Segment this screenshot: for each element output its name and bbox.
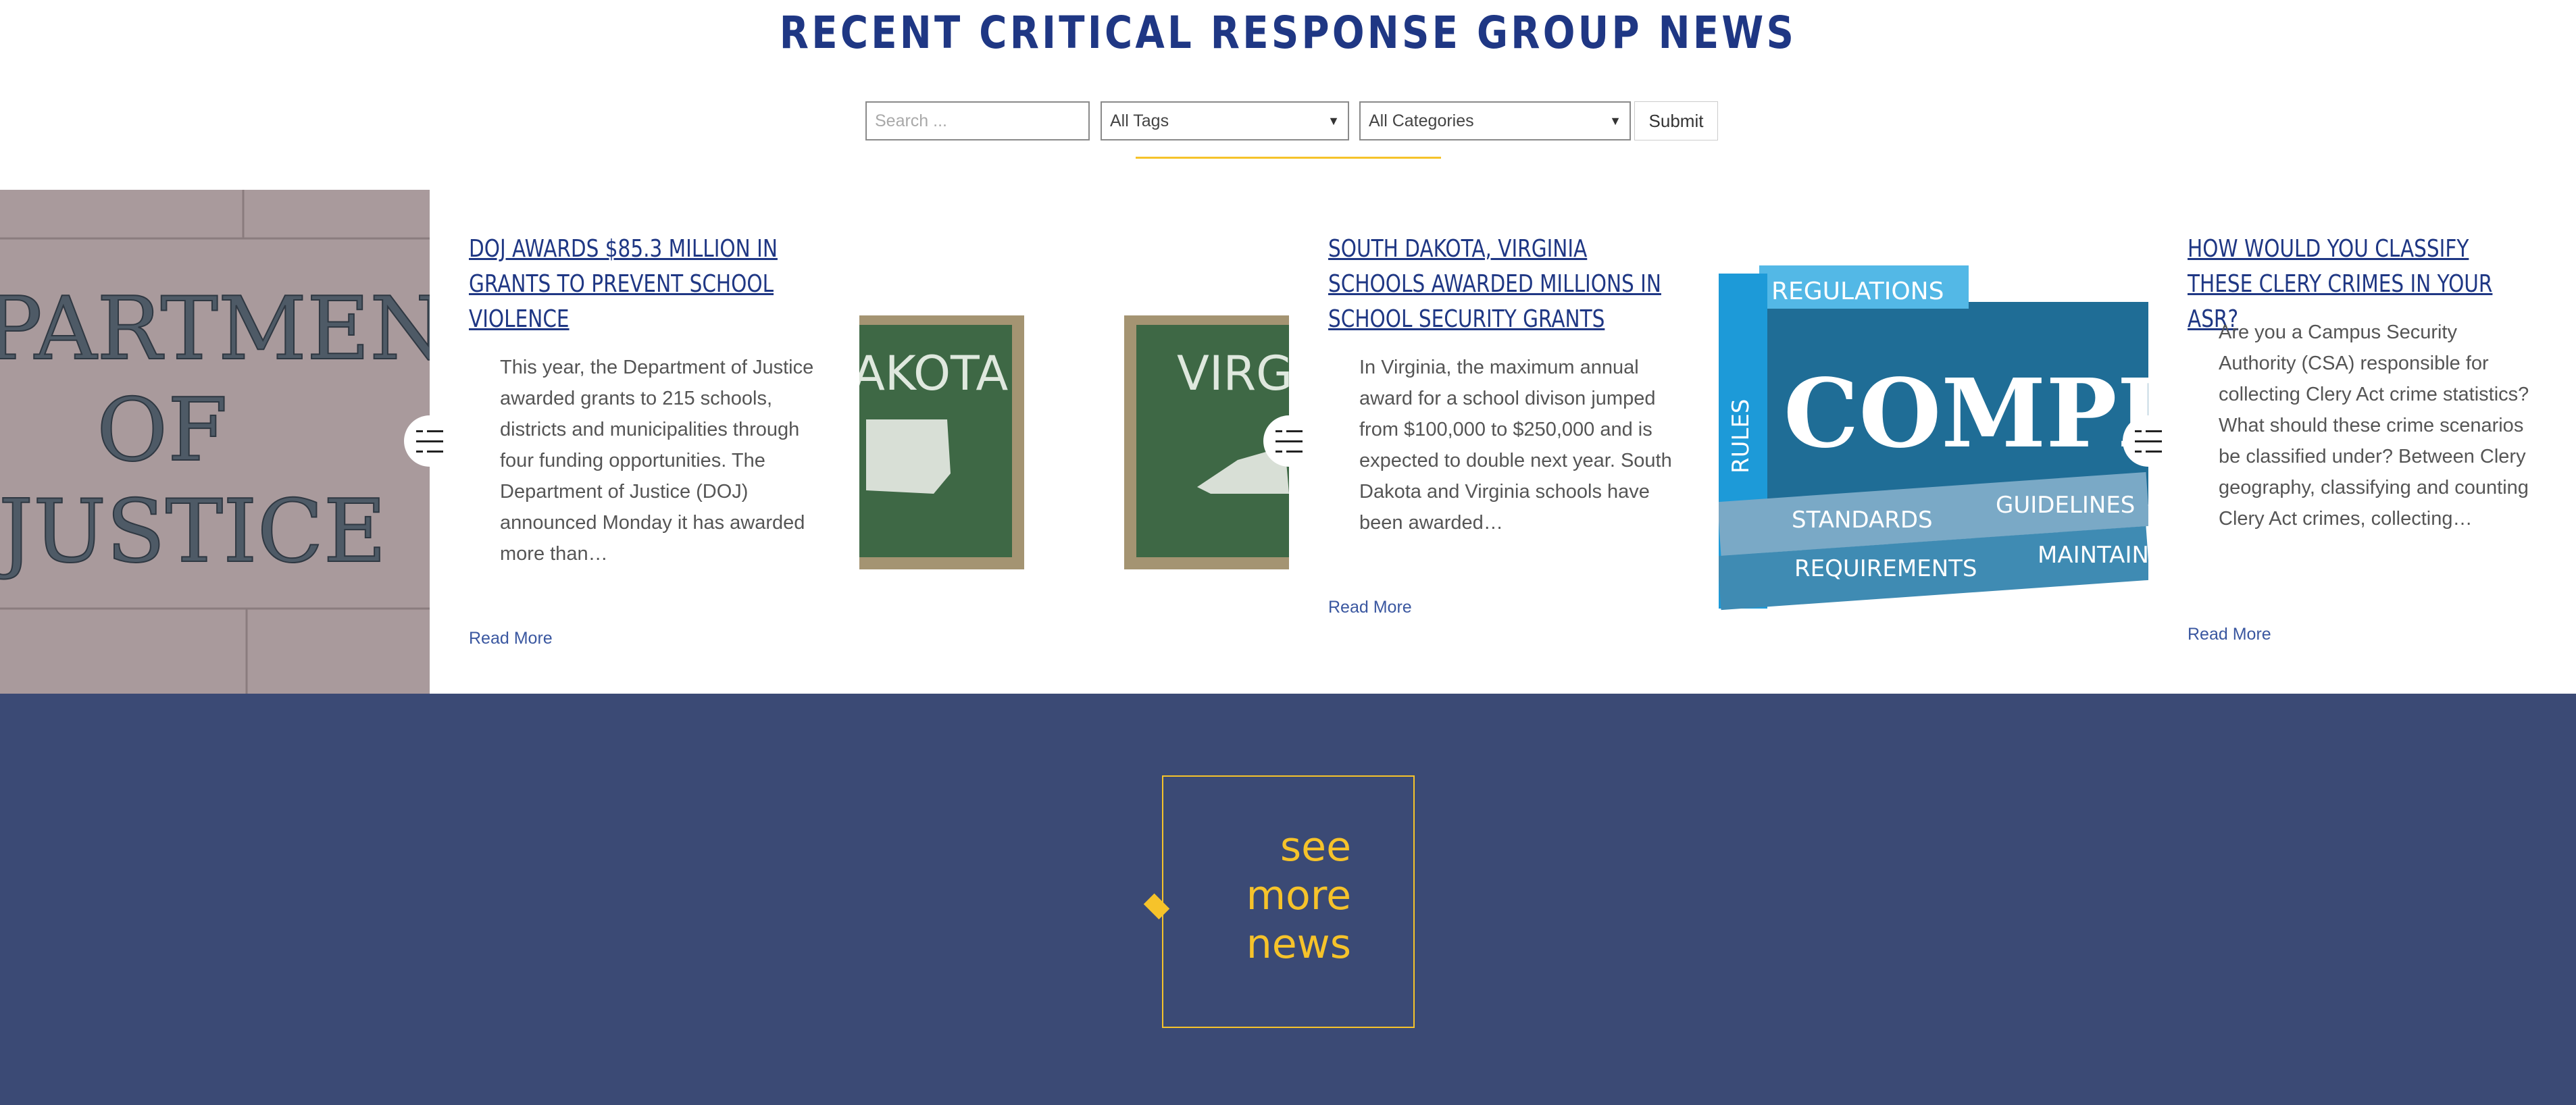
article-image-chalkboards[interactable]: AKOTA VIRG	[859, 190, 1289, 694]
article-excerpt: This year, the Department of Justice awa…	[500, 357, 814, 565]
image-text-line: REGULATIONS	[1771, 278, 1944, 305]
title-divider	[1136, 157, 1441, 159]
image-text-line: COMPLI	[1784, 359, 2148, 469]
see-more-line: more	[1246, 872, 1351, 919]
image-text-line: GUIDELINES	[1996, 492, 2135, 519]
menu-icon	[416, 430, 443, 453]
tags-select-value: All Tags	[1110, 111, 1169, 130]
submit-button[interactable]: Submit	[1634, 101, 1718, 140]
image-text-line: RULES	[1727, 399, 1754, 473]
article-title[interactable]: SOUTH DAKOTA, VIRGINIA SCHOOLS AWARDED M…	[1328, 232, 1671, 337]
slider-handle[interactable]	[404, 415, 455, 467]
article-title[interactable]: DOJ AWARDS $85.3 MILLION IN GRANTS TO PR…	[469, 232, 812, 337]
diamond-icon	[1143, 893, 1170, 920]
article-card: SOUTH DAKOTA, VIRGINIA SCHOOLS AWARDED M…	[1289, 190, 1719, 694]
image-text-line: VIRG	[1177, 346, 1289, 401]
image-text-line: OF	[97, 380, 228, 481]
see-more-label: see more news	[1246, 823, 1351, 969]
article-image-compliance[interactable]: REGULATIONS RULES COMPLI STANDARDS GUIDE…	[1719, 190, 2148, 694]
image-text-line: MAINTAIN	[2038, 542, 2148, 569]
categories-select[interactable]: All Categories ▼	[1359, 101, 1631, 140]
slider-handle[interactable]	[2123, 415, 2174, 467]
search-input[interactable]	[865, 101, 1090, 140]
news-carousel: PARTMEN OF JUSTICE DOJ AWARDS $85.3 MILL…	[0, 190, 2576, 694]
chevron-down-icon: ▼	[1328, 114, 1340, 128]
tags-select[interactable]: All Tags ▼	[1101, 101, 1349, 140]
read-more-link[interactable]: Read More	[2188, 625, 2271, 644]
article-excerpt: In Virginia, the maximum annual award fo…	[1359, 357, 1672, 534]
page-title: RECENT CRITICAL RESPONSE GROUP NEWS	[779, 7, 1797, 59]
menu-icon	[2135, 430, 2162, 453]
see-more-line: news	[1246, 921, 1351, 968]
menu-icon	[1276, 430, 1303, 453]
see-more-news-button[interactable]: see more news	[1143, 775, 1415, 1028]
slider-handle[interactable]	[1263, 415, 1315, 467]
image-text-line: JUSTICE	[0, 482, 386, 582]
chevron-down-icon: ▼	[1609, 114, 1621, 128]
article-card: HOW WOULD YOU CLASSIFY THESE CLERY CRIME…	[2148, 190, 2576, 694]
image-text-line: PARTMEN	[0, 279, 430, 380]
see-more-line: see	[1280, 823, 1351, 871]
image-text-line: AKOTA	[859, 346, 1008, 401]
article-card: DOJ AWARDS $85.3 MILLION IN GRANTS TO PR…	[430, 190, 859, 694]
image-text-line: REQUIREMENTS	[1794, 555, 1977, 582]
article-image-doj[interactable]: PARTMEN OF JUSTICE	[0, 190, 430, 694]
categories-select-value: All Categories	[1369, 111, 1474, 130]
read-more-link[interactable]: Read More	[1328, 598, 1412, 617]
see-more-section: see more news	[0, 694, 2576, 1105]
article-excerpt: Are you a Campus Security Authority (CSA…	[2219, 322, 2529, 530]
image-text-line: STANDARDS	[1792, 507, 1933, 534]
read-more-link[interactable]: Read More	[469, 629, 553, 648]
